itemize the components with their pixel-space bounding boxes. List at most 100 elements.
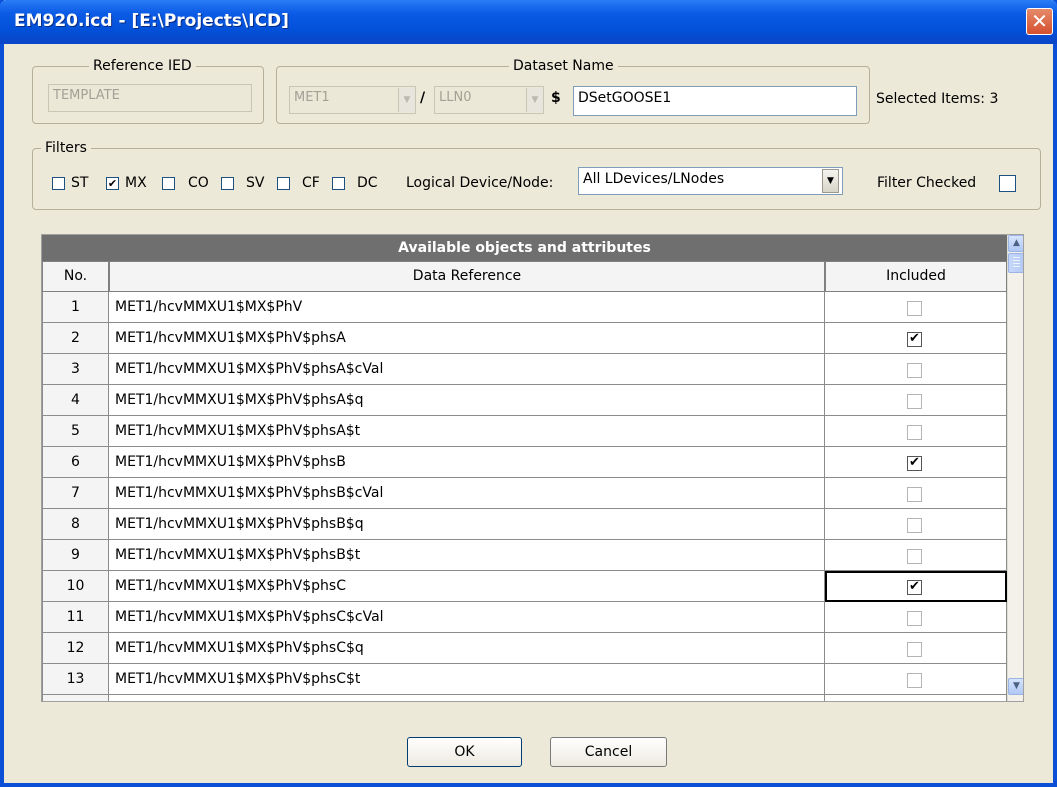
table-row[interactable]: 11 MET1/hcvMMXU1$MX$PhV$phsC$cVal — [42, 602, 1007, 633]
chevron-down-icon[interactable]: ▼ — [822, 169, 839, 193]
vertical-scrollbar[interactable]: ▲ ▼ — [1007, 235, 1023, 701]
table-row[interactable]: 12 MET1/hcvMMXU1$MX$PhV$phsC$q — [42, 633, 1007, 664]
included-cell[interactable]: ✔ — [825, 447, 1007, 478]
included-cell[interactable] — [825, 354, 1007, 385]
filter-st-label: ST — [71, 175, 89, 191]
column-header-no[interactable]: No. — [42, 261, 109, 292]
data-reference-cell[interactable]: MET1/hcvMMXU1$MX$PhV$phsC$t — [109, 664, 825, 695]
table-row[interactable]: 13 MET1/hcvMMXU1$MX$PhV$phsC$t — [42, 664, 1007, 695]
included-cell[interactable]: ✔ — [825, 571, 1007, 602]
cancel-button[interactable]: Cancel — [550, 737, 667, 767]
included-cell[interactable] — [825, 478, 1007, 509]
included-checkbox[interactable] — [907, 642, 922, 657]
check-icon: ✔ — [909, 579, 920, 594]
included-cell[interactable] — [825, 416, 1007, 447]
slash-separator: / — [420, 90, 426, 106]
included-cell[interactable] — [825, 540, 1007, 571]
filter-sv-label: SV — [246, 175, 265, 191]
data-reference-cell[interactable]: MET1/hcvMMXU1$MX$PhV$phsB$q — [109, 509, 825, 540]
column-header-data-reference[interactable]: Data Reference — [109, 261, 825, 292]
reference-ied-legend: Reference IED — [93, 58, 192, 74]
row-number: 6 — [42, 447, 109, 478]
close-icon: ✕ — [1031, 9, 1048, 33]
data-reference-cell[interactable] — [109, 695, 825, 701]
column-header-included[interactable]: Included — [825, 261, 1007, 292]
included-checkbox[interactable] — [907, 425, 922, 440]
data-reference-cell[interactable]: MET1/hcvMMXU1$MX$PhV — [109, 292, 825, 323]
dollar-separator: $ — [551, 90, 561, 106]
table-row[interactable]: 10 MET1/hcvMMXU1$MX$PhV$phsC ✔ — [42, 571, 1007, 602]
table-row[interactable]: 7 MET1/hcvMMXU1$MX$PhV$phsB$cVal — [42, 478, 1007, 509]
data-reference-cell[interactable]: MET1/hcvMMXU1$MX$PhV$phsC — [109, 571, 825, 602]
dataset-name-legend: Dataset Name — [513, 58, 614, 74]
filter-co-label: CO — [188, 175, 209, 191]
table-row[interactable] — [42, 695, 1007, 701]
filter-cf-checkbox[interactable] — [277, 177, 290, 190]
logical-device-node-value: All LDevices/LNodes — [583, 171, 725, 187]
filter-dc-label: DC — [357, 175, 378, 191]
data-reference-cell[interactable]: MET1/hcvMMXU1$MX$PhV$phsB — [109, 447, 825, 478]
table-title: Available objects and attributes — [42, 235, 1007, 261]
table-row[interactable]: 1 MET1/hcvMMXU1$MX$PhV — [42, 292, 1007, 323]
table-row[interactable]: 4 MET1/hcvMMXU1$MX$PhV$phsA$q — [42, 385, 1007, 416]
data-reference-cell[interactable]: MET1/hcvMMXU1$MX$PhV$phsA$t — [109, 416, 825, 447]
logical-device-value: MET1 — [294, 90, 330, 105]
included-cell[interactable] — [825, 602, 1007, 633]
row-number: 11 — [42, 602, 109, 633]
dataset-name-input[interactable]: DSetGOOSE1 — [573, 86, 857, 116]
close-button[interactable]: ✕ — [1026, 8, 1053, 35]
included-checkbox[interactable]: ✔ — [907, 332, 922, 347]
included-checkbox[interactable]: ✔ — [907, 580, 922, 595]
filter-mx-checkbox[interactable]: ✔ — [106, 177, 119, 190]
included-checkbox[interactable] — [907, 518, 922, 533]
included-checkbox[interactable] — [907, 611, 922, 626]
data-reference-cell[interactable]: MET1/hcvMMXU1$MX$PhV$phsA — [109, 323, 825, 354]
logical-device-combo: MET1 — [289, 86, 416, 114]
included-checkbox[interactable] — [907, 487, 922, 502]
included-checkbox[interactable] — [907, 394, 922, 409]
filter-sv-checkbox[interactable] — [221, 177, 234, 190]
included-checkbox[interactable] — [907, 301, 922, 316]
logical-device-node-combo[interactable]: All LDevices/LNodes — [578, 167, 843, 195]
table-row[interactable]: 8 MET1/hcvMMXU1$MX$PhV$phsB$q — [42, 509, 1007, 540]
table-row[interactable]: 5 MET1/hcvMMXU1$MX$PhV$phsA$t — [42, 416, 1007, 447]
chevron-down-icon: ▼ — [526, 88, 543, 112]
included-checkbox[interactable]: ✔ — [907, 456, 922, 471]
data-reference-cell[interactable]: MET1/hcvMMXU1$MX$PhV$phsA$q — [109, 385, 825, 416]
filter-mx-label: MX — [125, 175, 147, 191]
scroll-thumb[interactable] — [1008, 253, 1023, 273]
row-number: 9 — [42, 540, 109, 571]
data-reference-cell[interactable]: MET1/hcvMMXU1$MX$PhV$phsC$q — [109, 633, 825, 664]
data-reference-cell[interactable]: MET1/hcvMMXU1$MX$PhV$phsB$cVal — [109, 478, 825, 509]
table-row[interactable]: 3 MET1/hcvMMXU1$MX$PhV$phsA$cVal — [42, 354, 1007, 385]
included-cell[interactable] — [825, 695, 1007, 701]
scroll-up-button[interactable]: ▲ — [1008, 235, 1023, 252]
included-cell[interactable]: ✔ — [825, 323, 1007, 354]
table-row[interactable]: 2 MET1/hcvMMXU1$MX$PhV$phsA ✔ — [42, 323, 1007, 354]
filter-co-checkbox[interactable] — [162, 177, 175, 190]
filter-dc-checkbox[interactable] — [332, 177, 345, 190]
data-reference-cell[interactable]: MET1/hcvMMXU1$MX$PhV$phsB$t — [109, 540, 825, 571]
dialog-window: EM920.icd - [E:\Projects\ICD] ✕ Referenc… — [0, 0, 1057, 787]
filter-checked-checkbox[interactable] — [999, 175, 1016, 192]
table-row[interactable]: 6 MET1/hcvMMXU1$MX$PhV$phsB ✔ — [42, 447, 1007, 478]
included-cell[interactable] — [825, 509, 1007, 540]
filters-legend: Filters — [45, 140, 87, 156]
included-checkbox[interactable] — [907, 673, 922, 688]
data-reference-cell[interactable]: MET1/hcvMMXU1$MX$PhV$phsA$cVal — [109, 354, 825, 385]
included-cell[interactable] — [825, 292, 1007, 323]
included-checkbox[interactable] — [907, 363, 922, 378]
row-number: 10 — [42, 571, 109, 602]
included-cell[interactable] — [825, 664, 1007, 695]
included-cell[interactable] — [825, 385, 1007, 416]
included-checkbox[interactable] — [907, 549, 922, 564]
reference-ied-field: TEMPLATE — [48, 84, 252, 112]
logical-device-node-label: Logical Device/Node: — [406, 175, 554, 191]
scroll-down-button[interactable]: ▼ — [1008, 678, 1023, 695]
table-row[interactable]: 9 MET1/hcvMMXU1$MX$PhV$phsB$t — [42, 540, 1007, 571]
filter-st-checkbox[interactable] — [52, 177, 65, 190]
included-cell[interactable] — [825, 633, 1007, 664]
ok-button[interactable]: OK — [407, 737, 522, 767]
title-bar[interactable]: EM920.icd - [E:\Projects\ICD] ✕ — [0, 0, 1057, 44]
data-reference-cell[interactable]: MET1/hcvMMXU1$MX$PhV$phsC$cVal — [109, 602, 825, 633]
